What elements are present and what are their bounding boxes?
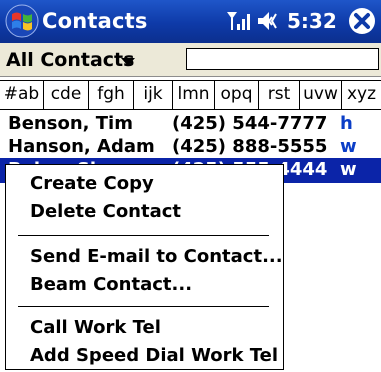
contact-phone: (425) 888-5555 [172, 136, 328, 157]
menu-item-call-work-tel[interactable]: Call Work Tel [30, 317, 161, 338]
contact-row[interactable]: Benson, Tim (425) 544-7777 h [0, 112, 381, 137]
menu-separator [18, 235, 269, 236]
category-dropdown[interactable]: All Contacts [6, 49, 134, 71]
contact-phone-type: w [340, 159, 357, 180]
contact-phone: (425) 544-7777 [172, 113, 328, 134]
tab-ab[interactable]: #ab [0, 81, 44, 109]
signal-strength-icon[interactable] [225, 10, 251, 32]
tab-fgh[interactable]: fgh [89, 81, 134, 109]
tab-lmn[interactable]: lmn [173, 81, 215, 109]
menu-separator [18, 306, 269, 307]
tab-opq[interactable]: opq [215, 81, 259, 109]
context-menu: Create Copy Delete Contact Send E-mail t… [5, 164, 284, 370]
menu-item-add-speed-dial[interactable]: Add Speed Dial Work Tel [30, 345, 278, 366]
app-title: Contacts [42, 9, 148, 33]
menu-item-create-copy[interactable]: Create Copy [30, 173, 154, 194]
chevron-down-icon[interactable] [121, 58, 135, 66]
alphabet-tabs: #ab cde fgh ijk lmn opq rst uvw xyz [0, 80, 381, 110]
tab-uvw[interactable]: uvw [300, 81, 342, 109]
speaker-icon[interactable] [256, 10, 282, 32]
tab-ijk[interactable]: ijk [134, 81, 173, 109]
contact-name: Hanson, Adam [8, 136, 155, 157]
contact-phone-type: w [340, 136, 357, 157]
close-icon[interactable] [348, 7, 376, 35]
tab-cde[interactable]: cde [44, 81, 89, 109]
windows-start-icon[interactable] [5, 4, 39, 38]
menu-item-send-email[interactable]: Send E-mail to Contact... [30, 246, 283, 267]
filter-bar: All Contacts [0, 43, 381, 77]
menu-item-delete-contact[interactable]: Delete Contact [30, 201, 181, 222]
menu-item-beam-contact[interactable]: Beam Contact... [30, 274, 192, 295]
tab-xyz[interactable]: xyz [342, 81, 381, 109]
contact-row[interactable]: Hanson, Adam (425) 888-5555 w [0, 135, 381, 160]
tab-rst[interactable]: rst [259, 81, 300, 109]
contact-name: Benson, Tim [8, 113, 133, 134]
search-input[interactable] [186, 48, 379, 70]
contact-phone-type: h [340, 113, 353, 134]
clock[interactable]: 5:32 [287, 9, 337, 33]
title-bar: Contacts 5:32 [0, 0, 381, 43]
